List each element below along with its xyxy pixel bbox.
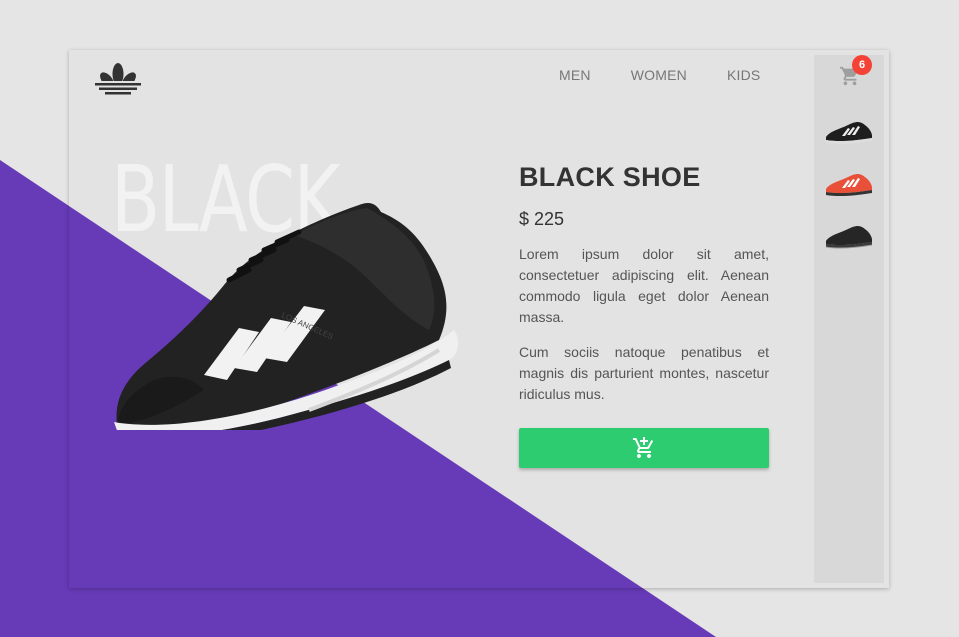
adidas-trefoil-icon[interactable] [93,63,143,95]
add-shopping-cart-icon [633,437,654,458]
thumbnail-black-shoe[interactable] [824,221,874,249]
product-info: BLACK SHOE $ 225 Lorem ipsum dolor sit a… [519,162,769,419]
product-title: BLACK SHOE [519,162,701,192]
cart-count-badge: 6 [852,55,872,75]
thumbnail-black-white-stripes-shoe[interactable] [824,117,874,145]
product-description-2: Cum sociis natoque penatibus et magnis d… [519,344,769,402]
nav-women[interactable]: WOMEN [631,67,687,83]
shoe-image: LOS ANGELES [114,202,459,430]
nav-kids[interactable]: KIDS [727,67,760,83]
nav-men[interactable]: MEN [559,67,591,83]
side-panel: 6 [814,55,884,583]
main-nav: MEN WOMEN KIDS [559,67,760,83]
product-description-1: Lorem ipsum dolor sit amet, consectetuer… [519,246,769,325]
product-price: $ 225 [519,209,565,229]
add-to-cart-button[interactable] [519,428,769,468]
product-card: MEN WOMEN KIDS BLACK LOS ANGELES BLACK S… [69,50,889,588]
thumbnail-red-shoe[interactable] [824,169,874,197]
